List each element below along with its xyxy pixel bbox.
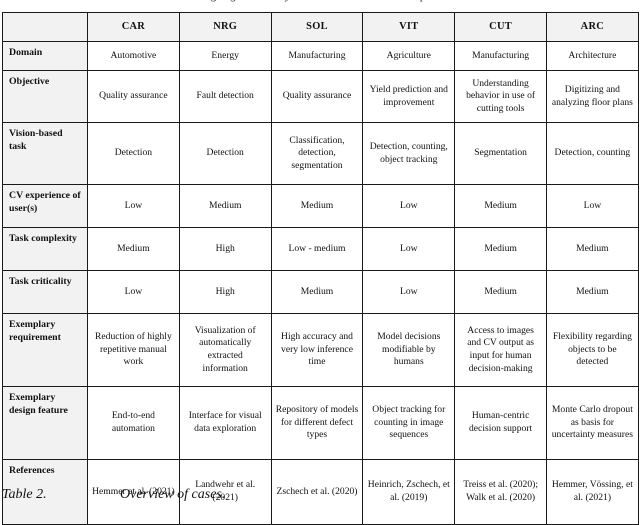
table-corner-cell xyxy=(2,12,88,42)
cell-complexity-sol: Low - medium xyxy=(270,227,364,271)
row-label-vision-based-task: Vision-based task xyxy=(2,122,88,185)
row-label-task-complexity: Task complexity xyxy=(2,227,88,271)
cell-domain-vit: Agriculture xyxy=(362,41,456,71)
cell-complexity-nrg: High xyxy=(178,227,272,271)
table-caption-text: Overview of cases. xyxy=(120,487,226,502)
cell-vision-cut: Segmentation xyxy=(454,122,547,185)
cell-objective-cut: Understanding behavior in use of cutting… xyxy=(454,70,547,123)
cell-vision-nrg: Detection xyxy=(178,122,272,185)
cell-cvexp-cut: Medium xyxy=(454,184,547,228)
cell-domain-car: Automotive xyxy=(87,41,180,71)
column-header-arc: ARC xyxy=(545,12,639,42)
table-container: CAR NRG SOL VIT CUT ARC Domain Automotiv… xyxy=(2,12,639,525)
row-label-exemplary-requirement: Exemplary requirement xyxy=(2,313,88,387)
cell-vision-sol: Classification, detection, segmentation xyxy=(270,122,364,185)
cell-exdesign-nrg: Interface for visual data exploration xyxy=(178,386,272,460)
cell-domain-nrg: Energy xyxy=(178,41,272,71)
cell-exreq-car: Reduction of highly repetitive manual wo… xyxy=(87,313,180,387)
table-header-row: CAR NRG SOL VIT CUT ARC xyxy=(2,12,639,42)
cell-criticality-sol: Medium xyxy=(270,270,364,314)
cell-criticality-arc: Medium xyxy=(545,270,639,314)
cell-cvexp-arc: Low xyxy=(545,184,639,228)
cell-exdesign-car: End-to-end automation xyxy=(87,386,180,460)
cell-cvexp-car: Low xyxy=(87,184,180,228)
row-label-exemplary-design-feature: Exemplary design feature xyxy=(2,386,88,460)
cell-objective-sol: Quality assurance xyxy=(270,70,364,123)
column-header-nrg: NRG xyxy=(178,12,272,42)
cell-criticality-nrg: High xyxy=(178,270,272,314)
row-label-objective: Objective xyxy=(2,70,88,123)
table-row-cv-experience: CV experience of user(s) Low Medium Medi… xyxy=(2,184,639,228)
table-row-exemplary-design-feature: Exemplary design feature End-to-end auto… xyxy=(2,386,639,460)
cell-exdesign-sol: Repository of models for different defec… xyxy=(270,386,364,460)
table-row-domain: Domain Automotive Energy Manufacturing A… xyxy=(2,41,639,71)
column-header-sol: SOL xyxy=(270,12,364,42)
cell-exdesign-cut: Human-centric decision support xyxy=(454,386,547,460)
cell-vision-car: Detection xyxy=(87,122,180,185)
cell-domain-arc: Architecture xyxy=(545,41,639,71)
cell-exreq-arc: Flexibility regarding objects to be dete… xyxy=(545,313,639,387)
cell-objective-car: Quality assurance xyxy=(87,70,180,123)
cell-exreq-nrg: Visualization of automatically extracted… xyxy=(178,313,272,387)
cell-criticality-vit: Low xyxy=(362,270,456,314)
cell-exreq-cut: Access to images and CV output as input … xyxy=(454,313,547,387)
cell-exreq-sol: High accuracy and very low inference tim… xyxy=(270,313,364,387)
table-caption-label: Table 2. xyxy=(2,487,47,502)
table-row-task-complexity: Task complexity Medium High Low - medium… xyxy=(2,227,639,271)
table-row-exemplary-requirement: Exemplary requirement Reduction of highl… xyxy=(2,313,639,387)
column-header-vit: VIT xyxy=(362,12,456,42)
cell-domain-cut: Manufacturing xyxy=(454,41,547,71)
cell-objective-arc: Digitizing and analyzing floor plans xyxy=(545,70,639,123)
cell-complexity-vit: Low xyxy=(362,227,456,271)
cut-off-text-above-table: language-based system to be used in this… xyxy=(0,0,640,11)
cell-vision-vit: Detection, counting, object tracking xyxy=(362,122,456,185)
cell-exreq-vit: Model decisions modifiable by humans xyxy=(362,313,456,387)
cell-exdesign-vit: Object tracking for counting in image se… xyxy=(362,386,456,460)
cell-complexity-car: Medium xyxy=(87,227,180,271)
cell-exdesign-arc: Monte Carlo dropout as basis for uncerta… xyxy=(545,386,639,460)
table-body: Domain Automotive Energy Manufacturing A… xyxy=(2,41,639,525)
table-caption: Table 2. Overview of cases. xyxy=(2,487,638,503)
column-header-cut: CUT xyxy=(454,12,547,42)
cell-complexity-cut: Medium xyxy=(454,227,547,271)
table-row-objective: Objective Quality assurance Fault detect… xyxy=(2,70,639,123)
overview-of-cases-table: CAR NRG SOL VIT CUT ARC Domain Automotiv… xyxy=(2,12,639,525)
cut-off-text-line: language-based system to be used in this… xyxy=(0,0,640,3)
cell-criticality-car: Low xyxy=(87,270,180,314)
table-header: CAR NRG SOL VIT CUT ARC xyxy=(2,12,639,42)
cell-cvexp-vit: Low xyxy=(362,184,456,228)
cell-cvexp-nrg: Medium xyxy=(178,184,272,228)
row-label-domain: Domain xyxy=(2,41,88,71)
cell-complexity-arc: Medium xyxy=(545,227,639,271)
cell-vision-arc: Detection, counting xyxy=(545,122,639,185)
cell-domain-sol: Manufacturing xyxy=(270,41,364,71)
cell-objective-nrg: Fault detection xyxy=(178,70,272,123)
cell-cvexp-sol: Medium xyxy=(270,184,364,228)
row-label-cv-experience: CV experience of user(s) xyxy=(2,184,88,228)
cell-criticality-cut: Medium xyxy=(454,270,547,314)
column-header-car: CAR xyxy=(87,12,180,42)
table-row-task-criticality: Task criticality Low High Medium Low Med… xyxy=(2,270,639,314)
table-row-vision-based-task: Vision-based task Detection Detection Cl… xyxy=(2,122,639,185)
row-label-task-criticality: Task criticality xyxy=(2,270,88,314)
cell-objective-vit: Yield prediction and improvement xyxy=(362,70,456,123)
